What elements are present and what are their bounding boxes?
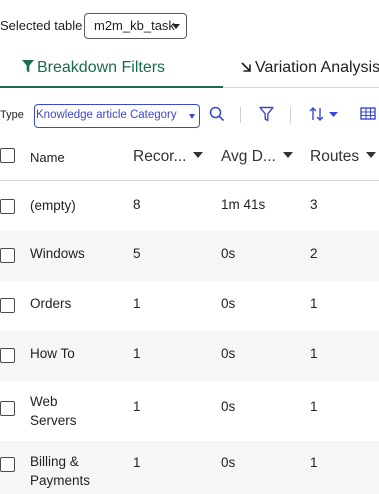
row-records: 1 <box>133 346 141 361</box>
row-avg-duration: 0s <box>221 399 236 414</box>
sort-icon[interactable] <box>309 106 341 122</box>
row-records: 1 <box>133 455 141 470</box>
row-routes: 2 <box>310 246 318 261</box>
chevron-down-icon <box>189 114 195 119</box>
row-name: Web Servers <box>30 394 77 428</box>
table-row[interactable]: Windows 5 0s 2 <box>0 231 379 281</box>
row-routes: 1 <box>310 296 318 311</box>
row-routes: 1 <box>310 346 318 361</box>
column-header-routes[interactable]: Routes <box>310 148 377 166</box>
row-routes: 1 <box>310 399 318 414</box>
table-selector-bar: Selected table m2m_kb_task <box>0 0 379 52</box>
selected-table-label: Selected table <box>0 18 83 33</box>
table-row[interactable]: (empty) 8 1m 41s 3 <box>0 181 379 231</box>
row-checkbox[interactable] <box>0 199 15 214</box>
row-avg-duration: 0s <box>221 246 236 261</box>
chevron-down-icon[interactable] <box>366 152 377 158</box>
chevron-down-icon[interactable] <box>282 152 293 158</box>
breakdown-toolbar: Type Knowledge article Category <box>0 100 379 130</box>
row-checkbox[interactable] <box>0 401 15 416</box>
row-checkbox[interactable] <box>0 457 15 472</box>
table-row[interactable]: Web Servers 1 0s 1 <box>0 381 379 441</box>
tab-bar: Breakdown Filters Variation Analysis <box>0 52 379 88</box>
arrow-down-right-icon <box>241 62 251 72</box>
chevron-down-icon <box>172 24 180 29</box>
row-avg-duration: 1m 41s <box>221 197 266 212</box>
selected-table-dropdown[interactable]: m2m_kb_task <box>84 13 187 39</box>
tab-variation-analysis[interactable]: Variation Analysis <box>240 59 379 87</box>
selected-table-value: m2m_kb_task <box>94 18 175 33</box>
tab-variation-analysis-label: Variation Analysis <box>255 59 379 76</box>
search-icon[interactable] <box>209 106 225 122</box>
table-row[interactable]: Orders 1 0s 1 <box>0 281 379 331</box>
column-header-avg-duration[interactable]: Avg D... <box>221 148 293 166</box>
row-routes: 3 <box>310 197 318 212</box>
type-dropdown[interactable]: Knowledge article Category <box>34 104 200 128</box>
row-routes: 1 <box>310 455 318 470</box>
table-row[interactable]: How To 1 0s 1 <box>0 331 379 381</box>
column-header-name[interactable]: Name <box>30 150 65 165</box>
row-records: 8 <box>133 197 141 212</box>
breakdown-table: Name Recor... Avg D... Routes (empty) 8 … <box>0 133 379 494</box>
row-checkbox[interactable] <box>0 298 15 313</box>
row-name: How To <box>30 346 75 361</box>
row-records: 1 <box>133 296 141 311</box>
row-name: Windows <box>30 246 85 261</box>
row-avg-duration: 0s <box>221 296 236 311</box>
select-all-checkbox[interactable] <box>0 148 15 163</box>
chevron-down-icon[interactable] <box>193 152 204 158</box>
row-avg-duration: 0s <box>221 455 236 470</box>
filter-icon <box>22 60 34 73</box>
tab-breakdown-filters-label: Breakdown Filters <box>37 59 166 76</box>
column-header-records[interactable]: Recor... <box>133 148 204 166</box>
row-avg-duration: 0s <box>221 346 236 361</box>
row-name: Billing & Payments <box>30 454 91 488</box>
row-checkbox[interactable] <box>0 248 15 263</box>
table-settings-icon[interactable] <box>360 106 379 122</box>
tab-breakdown-filters[interactable]: Breakdown Filters <box>0 59 223 88</box>
table-header: Name Recor... Avg D... Routes <box>0 133 379 181</box>
toolbar-divider <box>240 107 241 123</box>
toolbar-divider <box>290 107 291 123</box>
kb-task-breakdown-panel: Selected table m2m_kb_task Breakdown Fil… <box>0 0 379 494</box>
row-checkbox[interactable] <box>0 348 15 363</box>
row-name: Orders <box>30 296 72 311</box>
row-name: (empty) <box>30 198 76 213</box>
row-records: 5 <box>133 246 141 261</box>
filter-icon[interactable] <box>259 106 274 122</box>
table-row[interactable]: Billing & Payments 1 0s 1 <box>0 441 379 494</box>
type-label: Type <box>0 109 24 121</box>
active-tab-indicator <box>0 86 223 88</box>
type-dropdown-value: Knowledge article Category <box>36 109 177 121</box>
row-records: 1 <box>133 399 141 414</box>
